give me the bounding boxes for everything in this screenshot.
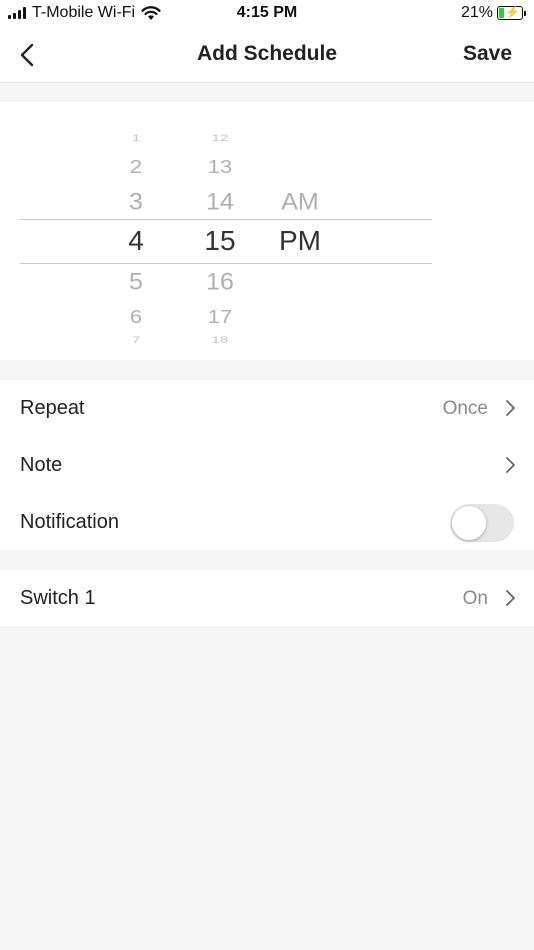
hour-option[interactable]: 3 (100, 189, 172, 217)
chevron-right-icon (506, 590, 515, 606)
notification-label: Notification (20, 511, 119, 533)
status-right: 21% ⚡ (461, 4, 526, 22)
actions-section: Switch 1 On (0, 570, 534, 626)
repeat-row[interactable]: Repeat Once (0, 380, 534, 437)
switch1-row[interactable]: Switch 1 On (0, 570, 534, 627)
minute-option[interactable]: 13 (184, 156, 256, 178)
minute-option[interactable]: 14 (184, 189, 256, 217)
switch1-label: Switch 1 (20, 587, 96, 609)
nav-bar: Add Schedule Save (0, 28, 534, 83)
battery-percent: 21% (460, 4, 493, 21)
period-wheel[interactable]: AM PM (262, 102, 338, 360)
minute-wheel[interactable]: 12 13 14 15 16 17 18 (184, 102, 256, 360)
note-label: Note (20, 454, 63, 476)
status-time: 4:15 PM (236, 4, 298, 21)
note-row[interactable]: Note (0, 437, 534, 494)
minute-option-selected[interactable]: 15 (184, 225, 256, 257)
battery-icon: ⚡ (497, 5, 523, 20)
hour-wheel[interactable]: 1 2 3 4 5 6 7 (100, 102, 172, 360)
minute-option[interactable]: 16 (184, 269, 256, 297)
minute-option[interactable]: 18 (184, 335, 256, 345)
time-picker[interactable]: 1 2 3 4 5 6 7 12 13 14 15 16 17 18 AM PM (0, 102, 534, 360)
chevron-right-icon (506, 457, 515, 473)
notification-row: Notification (0, 494, 534, 551)
hour-option[interactable]: 1 (100, 133, 172, 143)
repeat-value: Once (442, 398, 488, 419)
hour-option[interactable]: 7 (100, 335, 172, 345)
hour-option[interactable]: 6 (100, 306, 172, 328)
status-bar: T-Mobile Wi-Fi 4:15 PM 21% ⚡ (0, 0, 534, 28)
period-option[interactable]: AM (262, 189, 338, 217)
hour-option[interactable]: 5 (100, 269, 172, 297)
notification-toggle[interactable] (450, 504, 514, 542)
save-button[interactable]: Save (463, 42, 512, 66)
settings-section: Repeat Once Note Notification (0, 380, 534, 550)
page-title: Add Schedule (196, 42, 338, 65)
hour-option-selected[interactable]: 4 (100, 225, 172, 257)
minute-option[interactable]: 17 (184, 306, 256, 328)
period-option-selected[interactable]: PM (262, 225, 338, 257)
minute-option[interactable]: 12 (184, 133, 256, 143)
switch1-value: On (462, 588, 488, 609)
repeat-label: Repeat (20, 397, 85, 419)
chevron-right-icon (506, 400, 515, 416)
hour-option[interactable]: 2 (100, 156, 172, 178)
toggle-knob (452, 506, 486, 540)
